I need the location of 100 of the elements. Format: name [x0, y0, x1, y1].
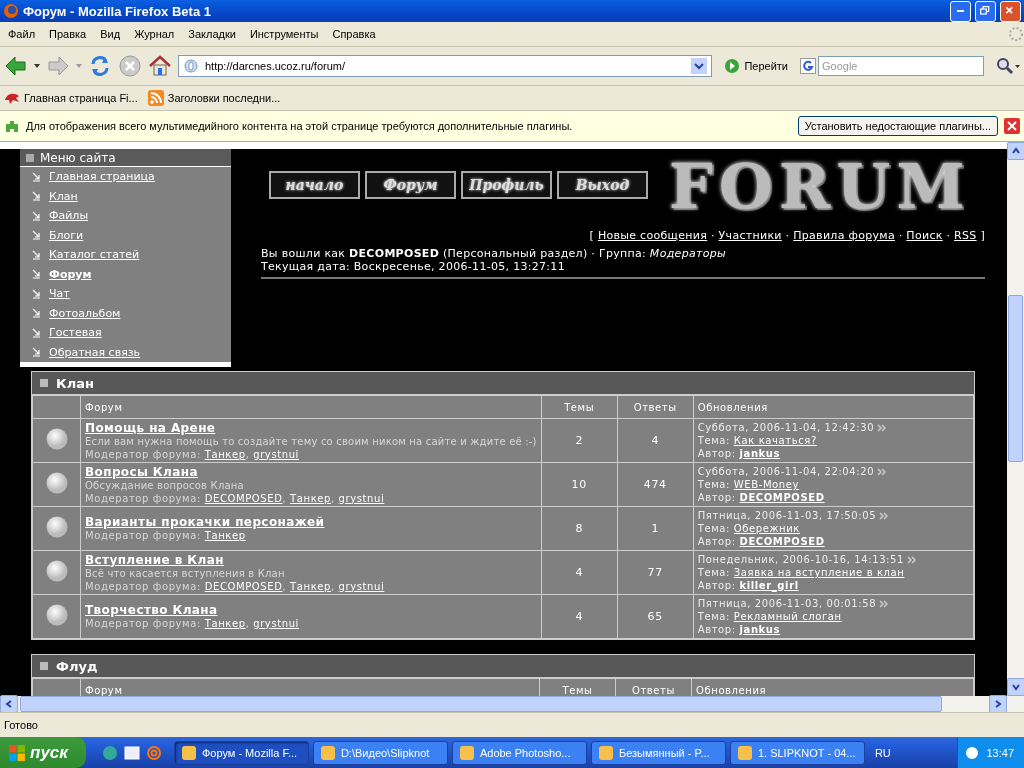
taskbar-button[interactable]: Adobe Photosho...: [451, 740, 587, 765]
go-button[interactable]: Перейти: [718, 58, 794, 74]
moderator-link[interactable]: Танкер: [204, 448, 246, 460]
forum-title-link[interactable]: Вопросы Клана: [85, 464, 198, 479]
moderator-link[interactable]: grystnui: [338, 580, 385, 592]
forum-description: Если вам нужна помощь то создайте тему со своим ником на сайте и ждите её :-): [85, 435, 537, 448]
scroll-left-button[interactable]: [0, 695, 18, 713]
table-cell: 65: [617, 594, 694, 639]
nav-image-button[interactable]: Выход: [557, 170, 648, 199]
scrollbar-thumb[interactable]: [1008, 295, 1023, 462]
stop-icon: [118, 54, 142, 78]
topic-link[interactable]: WEB-Money: [733, 479, 800, 490]
address-field[interactable]: http://darcnes.ucoz.ru/forum/: [178, 55, 713, 77]
topic-link[interactable]: Заявка на вступление в клан: [733, 567, 905, 578]
menu-item[interactable]: Закладки: [182, 28, 244, 40]
at-sign-icon: [145, 744, 162, 761]
moderator-link[interactable]: Танкер: [290, 492, 331, 504]
site-menu-link[interactable]: Файлы: [49, 209, 89, 223]
topic-link[interactable]: Рекламный слоган: [733, 611, 842, 622]
scroll-right-button[interactable]: [989, 695, 1007, 713]
menu-item[interactable]: Файл: [2, 28, 44, 40]
forum-description: Обсуждание вопросов Клана: [85, 479, 245, 492]
start-button[interactable]: пуск: [0, 737, 86, 768]
table-cell: 4: [541, 594, 618, 639]
site-menu-link[interactable]: Обратная связь: [49, 345, 141, 359]
moderator-link[interactable]: Танкер: [290, 580, 331, 592]
bookmark-item[interactable]: Главная страница Fi...: [4, 90, 138, 106]
nav-image-button[interactable]: Форум: [365, 170, 456, 199]
site-menu-link[interactable]: Главная страница: [49, 170, 155, 184]
taskbar-button[interactable]: D:\Видео\Slipknot: [312, 740, 448, 765]
app-icon: [180, 744, 197, 761]
site-menu-link[interactable]: Блоги: [49, 228, 84, 242]
arrow-icon: [32, 327, 41, 338]
menu-item[interactable]: Журнал: [128, 28, 183, 40]
search-field[interactable]: Google: [818, 56, 984, 76]
forum-link[interactable]: Правила форума: [793, 229, 895, 242]
menu-item[interactable]: Правка: [43, 28, 95, 40]
forum-link[interactable]: Поиск: [906, 229, 943, 242]
moderator-line: Модератор форума: Танкер, grystnui: [85, 447, 300, 461]
double-arrow-icon: [879, 511, 889, 520]
table-cell: 8: [541, 506, 618, 551]
forum-title-link[interactable]: Творчество Клана: [85, 603, 218, 617]
nav-image-button[interactable]: Профиль: [461, 170, 552, 199]
rss-icon: [147, 90, 164, 106]
moderator-link[interactable]: grystnui: [253, 448, 299, 460]
menu-item[interactable]: Вид: [94, 28, 129, 40]
close-button[interactable]: [1000, 0, 1021, 22]
app-icon: [736, 744, 753, 761]
dropdown-icon: [76, 64, 82, 68]
install-plugins-button[interactable]: Установить недостающие плагины...: [797, 116, 998, 136]
site-menu-link[interactable]: Гостевая: [49, 326, 102, 340]
column-header: Ответы: [617, 395, 694, 419]
minimize-button[interactable]: [950, 0, 971, 22]
forum-title-link[interactable]: Помощь на Арене: [85, 420, 216, 435]
double-arrow-icon: [907, 555, 917, 564]
author-link[interactable]: jankus: [739, 448, 781, 459]
site-menu-link[interactable]: Клан: [49, 189, 78, 203]
moderator-link[interactable]: DECOMPOSED: [204, 580, 283, 592]
forum-status-icon: [45, 472, 68, 494]
arrow-icon: [32, 249, 41, 260]
site-menu-link[interactable]: Форум: [49, 267, 92, 281]
column-header: Обновления: [693, 395, 974, 419]
square-bullet-icon: [40, 379, 48, 387]
nav-image-button[interactable]: начало: [269, 170, 360, 199]
taskbar-button[interactable]: Форум - Mozilla F...: [173, 740, 309, 765]
forum-link[interactable]: RSS: [954, 229, 977, 242]
author-link[interactable]: jankus: [739, 624, 781, 635]
maximize-button[interactable]: [975, 0, 996, 22]
forum-title-link[interactable]: Вступление в Клан: [85, 552, 224, 567]
author-link[interactable]: killer_girl: [739, 580, 799, 591]
topic-link[interactable]: Обережник: [733, 523, 800, 534]
menu-item[interactable]: Справка: [326, 28, 384, 40]
double-arrow-icon: [877, 467, 887, 476]
language-indicator[interactable]: RU: [868, 746, 897, 759]
forum-link[interactable]: Участники: [718, 229, 782, 242]
moderator-link[interactable]: DECOMPOSED: [204, 492, 283, 504]
author-link[interactable]: DECOMPOSED: [739, 536, 825, 547]
author-link[interactable]: DECOMPOSED: [739, 492, 825, 503]
scrollbar-thumb[interactable]: [20, 696, 942, 712]
topic-link[interactable]: Как качаться?: [733, 435, 817, 446]
taskbar-button[interactable]: Безымянный - P...: [590, 740, 726, 765]
forum-title-link[interactable]: Варианты прокачки персонажей: [85, 515, 325, 529]
site-menu-link[interactable]: Фотоальбом: [49, 306, 121, 320]
puzzle-icon: [4, 118, 20, 134]
site-menu-title: Меню сайта: [40, 150, 116, 165]
last-post-date: Пятница, 2006-11-03, 17:50:05: [697, 509, 877, 522]
moderator-link[interactable]: grystnui: [253, 618, 299, 629]
bookmark-item[interactable]: Заголовки последни...: [147, 90, 281, 106]
last-topic-line: Тема: WEB-Money: [697, 478, 801, 491]
moderator-link[interactable]: Танкер: [204, 530, 246, 541]
menu-item[interactable]: Инструменты: [243, 28, 327, 40]
moderator-link[interactable]: Танкер: [204, 618, 246, 629]
taskbar-button[interactable]: 1. SLIPKNOT - 04...: [729, 740, 865, 765]
table-cell: 2: [541, 418, 618, 463]
moderator-link[interactable]: grystnui: [338, 492, 385, 504]
last-post-date: Понедельник, 2006-10-16, 14:13:51: [697, 553, 905, 566]
site-menu-link[interactable]: Чат: [49, 287, 70, 301]
forum-link[interactable]: Новые сообщения: [597, 229, 708, 242]
table-cell: 10: [541, 462, 618, 507]
site-menu-link[interactable]: Каталог статей: [49, 248, 140, 262]
